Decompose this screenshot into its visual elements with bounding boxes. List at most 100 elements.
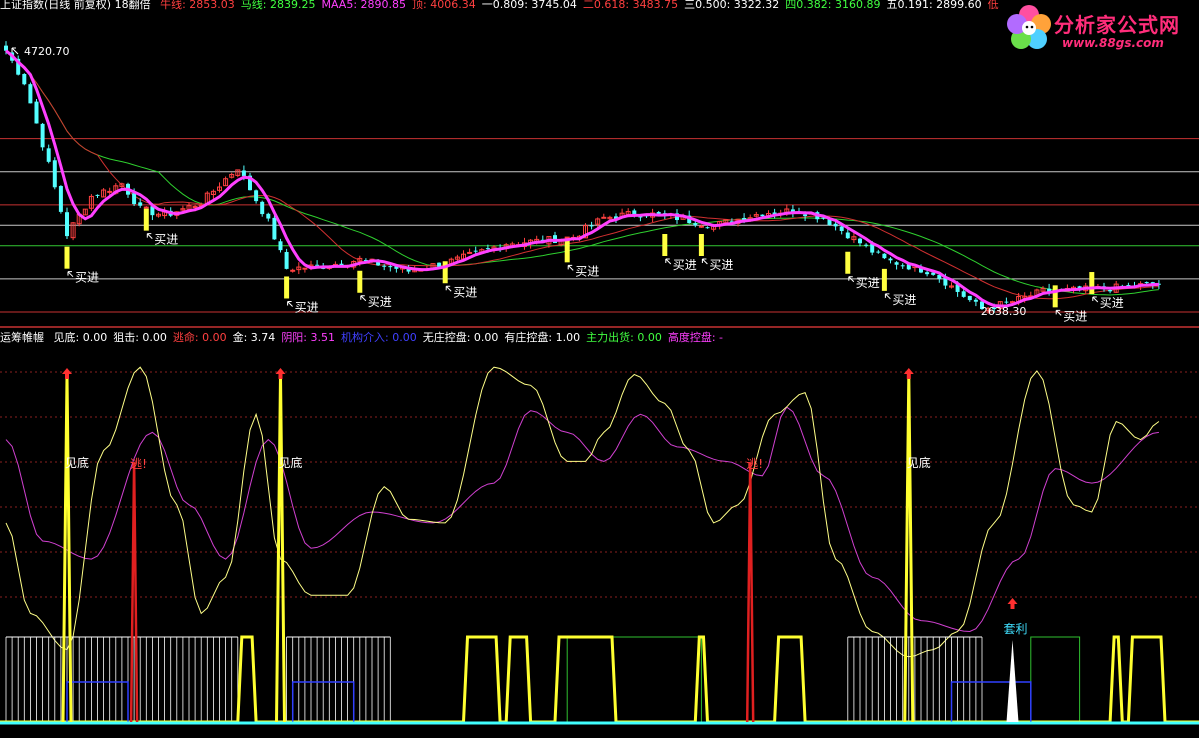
buy-candle-8 xyxy=(845,251,851,274)
header-item-1: 马线: 2839.25 xyxy=(240,0,316,11)
candle-body xyxy=(961,291,966,297)
buy-label-8: 买进 xyxy=(856,276,880,290)
candle-body xyxy=(839,226,844,231)
logo-name: 分析家公式网 xyxy=(1054,13,1180,37)
candle-body xyxy=(22,74,27,85)
profit-spike-0 xyxy=(1006,640,1019,722)
up-arrow-icon xyxy=(903,368,914,379)
candle-body xyxy=(278,241,283,251)
buy-label-3: 买进 xyxy=(368,295,392,309)
candle-body xyxy=(95,194,100,196)
candle-body xyxy=(382,265,387,267)
up-arrow-icon xyxy=(62,368,72,379)
buy-label-2: 买进 xyxy=(295,300,319,314)
up-arrow-icon xyxy=(1007,598,1018,609)
header-item-4: 一0.809: 3745.04 xyxy=(481,0,577,11)
candle-body xyxy=(52,160,57,188)
bottom-label-2: 见底 xyxy=(907,455,931,470)
buy-arrow-icon xyxy=(360,295,367,302)
buy-arrow-icon xyxy=(445,285,452,292)
candle-body xyxy=(485,248,490,250)
candle-body xyxy=(760,214,765,217)
indicator-item-0: 见底: 0.00 xyxy=(53,331,108,344)
candle-body xyxy=(254,190,259,202)
buy-candle-10 xyxy=(1052,285,1058,308)
indicator-item-6: 无庄控盘: 0.00 xyxy=(422,331,499,344)
buy-label-10: 买进 xyxy=(1063,309,1087,323)
header-item-3: 顶: 4006.34 xyxy=(412,0,476,11)
header-item-5: 二0.618: 3483.75 xyxy=(582,0,679,11)
green-block-1 xyxy=(1030,636,1081,723)
buy-label-5: 买进 xyxy=(575,264,599,278)
low-price-label: 2638.30 xyxy=(981,305,1027,318)
candle-body xyxy=(803,214,808,217)
indicator-item-3: 金: 3.74 xyxy=(232,331,276,344)
indicator-items: 见底: 0.00 狙击: 0.00 逃命: 0.00 金: 3.74 阴阳: 3.51 机… xyxy=(54,331,730,344)
header-items: 牛线: 2853.03 马线: 2839.25 MAA5: 2890.85 顶: 40… xyxy=(160,0,1005,11)
candle-body xyxy=(973,299,978,302)
buy-arrow-icon xyxy=(884,293,891,300)
indicator-item-9: 高度控盘: - xyxy=(667,331,723,344)
indicator-item-8: 主力出货: 0.00 xyxy=(586,331,662,344)
candle-body xyxy=(473,250,478,252)
candle-body xyxy=(46,148,51,162)
high-price-label: 4720.70 xyxy=(24,45,70,58)
candle-body xyxy=(693,223,698,226)
buy-arrow-icon xyxy=(67,271,74,278)
site-logo: 分析家公式网 www.88gs.com xyxy=(1002,0,1197,56)
buy-candle-9 xyxy=(881,268,887,291)
indicator-header: 运筹帷幄 见底: 0.00 狙击: 0.00 逃命: 0.00 金: 3.74 阴阳: … xyxy=(0,331,735,344)
control-pulse-line xyxy=(0,635,1199,724)
candle-body xyxy=(888,258,893,261)
bottom-label-0: 见底 xyxy=(65,455,89,470)
buy-candle-3 xyxy=(357,270,363,293)
candle-body xyxy=(143,206,149,209)
buy-candle-1 xyxy=(143,208,149,231)
candle-body xyxy=(833,223,838,227)
buy-label-11: 买进 xyxy=(1100,296,1124,310)
candle-body xyxy=(315,264,320,266)
candle-body xyxy=(28,84,33,104)
header-item-9: 低 xyxy=(987,0,999,11)
escape-label-0: 逃! xyxy=(130,457,147,471)
buy-arrow-icon xyxy=(665,258,672,265)
candle-body xyxy=(564,236,570,239)
candle-body xyxy=(1004,301,1009,303)
buy-candle-2 xyxy=(284,276,290,299)
indicator-item-2: 逃命: 0.00 xyxy=(172,331,227,344)
up-arrow-icon xyxy=(275,368,286,379)
kline-chart[interactable]: 买进买进买进 买进买进买进 买进 买进买进买进买进买进4720.702638.30见底… xyxy=(0,0,1199,734)
candle-body xyxy=(900,265,905,267)
candle-body xyxy=(107,190,113,193)
buy-arrow-icon xyxy=(567,264,574,271)
candle-body xyxy=(58,186,63,212)
indicator-title: 运筹帷幄 xyxy=(0,331,44,344)
candle-body xyxy=(192,206,198,209)
candle-body xyxy=(266,213,271,219)
header-item-7: 四0.382: 3160.89 xyxy=(785,0,881,11)
candle-body xyxy=(132,193,137,205)
indicator-item-5: 机构介入: 0.00 xyxy=(341,331,417,344)
header-item-0: 牛线: 2853.03 xyxy=(160,0,235,11)
header-item-2: MAA5: 2890.85 xyxy=(321,0,407,11)
yinyang-line xyxy=(5,406,1159,633)
price-header: 上证指数(日线 前复权) 18翻倍 牛线: 2853.03 马线: 2839.25… xyxy=(0,0,1011,11)
chart-window[interactable]: 买进 买进 买进 买进 买进 买进 买进 买进 买进 买进 买进 买进 4720.70 2638.30 见底… xyxy=(0,0,1199,734)
buy-candle-4 xyxy=(442,261,448,284)
buy-arrow-icon xyxy=(1055,309,1062,316)
buy-candle-11 xyxy=(1089,272,1095,295)
candle-body xyxy=(290,269,296,272)
candle-body xyxy=(882,253,887,259)
buy-arrow-icon xyxy=(1092,296,1099,303)
buy-label-1: 买进 xyxy=(154,233,178,247)
candle-body xyxy=(138,202,143,206)
candle-body xyxy=(34,101,39,124)
buy-candle-6 xyxy=(662,234,668,257)
buy-label-7: 买进 xyxy=(709,258,733,272)
flower-icon xyxy=(1007,5,1051,49)
buy-arrow-icon xyxy=(287,300,293,307)
logo-url: www.88gs.com xyxy=(1062,36,1164,50)
buy-candle-5 xyxy=(564,240,570,263)
candle-body xyxy=(467,251,473,254)
horse-line xyxy=(5,50,1159,296)
